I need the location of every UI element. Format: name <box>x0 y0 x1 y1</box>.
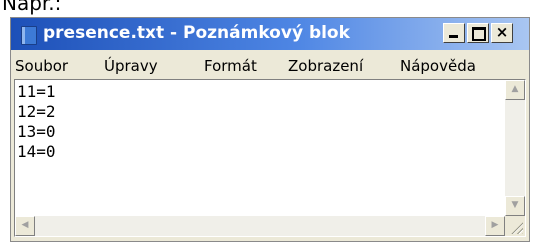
menu-napoveda[interactable]: Nápověda <box>400 57 476 75</box>
vertical-scrollbar[interactable]: ▲ ▼ <box>505 80 525 216</box>
resize-grip-icon <box>510 221 523 234</box>
horizontal-scrollbar[interactable]: ◀ ▶ <box>15 216 505 236</box>
notepad-window: presence.txt - Poznámkový blok × Soubor … <box>10 17 530 242</box>
title-bar[interactable]: presence.txt - Poznámkový blok × <box>11 18 529 50</box>
minimize-button[interactable] <box>443 23 465 43</box>
arrow-down-icon: ▼ <box>511 200 519 210</box>
menu-zobrazeni[interactable]: Zobrazení <box>288 57 363 75</box>
menu-format[interactable]: Formát <box>204 57 257 75</box>
arrow-up-icon: ▲ <box>511 84 519 94</box>
arrow-left-icon: ◀ <box>21 220 29 230</box>
window-title: presence.txt - Poznámkový blok <box>43 23 350 43</box>
notepad-icon <box>21 26 37 45</box>
minimize-icon <box>449 35 458 38</box>
text-editor-area[interactable]: 11=1 12=2 13=0 14=0 ▲ ▼ ◀ ▶ <box>14 79 526 237</box>
arrow-right-icon: ▶ <box>491 220 499 230</box>
menu-upravy[interactable]: Úpravy <box>104 57 158 75</box>
scroll-left-button[interactable]: ◀ <box>15 216 35 236</box>
text-line: 11=1 <box>17 82 56 101</box>
maximize-button[interactable] <box>467 23 489 43</box>
text-line: 13=0 <box>17 122 56 141</box>
text-line: 14=0 <box>17 142 56 161</box>
menu-bar: Soubor Úpravy Formát Zobrazení Nápověda <box>11 50 529 78</box>
scroll-up-button[interactable]: ▲ <box>505 80 525 100</box>
maximize-icon <box>472 27 486 41</box>
resize-grip[interactable] <box>505 216 525 236</box>
close-icon: × <box>495 23 509 41</box>
caption-text: Např.: <box>2 0 62 15</box>
scroll-right-button[interactable]: ▶ <box>485 216 505 236</box>
text-line: 12=2 <box>17 102 56 121</box>
scroll-down-button[interactable]: ▼ <box>505 196 525 216</box>
menu-soubor[interactable]: Soubor <box>15 57 68 75</box>
close-button[interactable]: × <box>491 23 513 43</box>
